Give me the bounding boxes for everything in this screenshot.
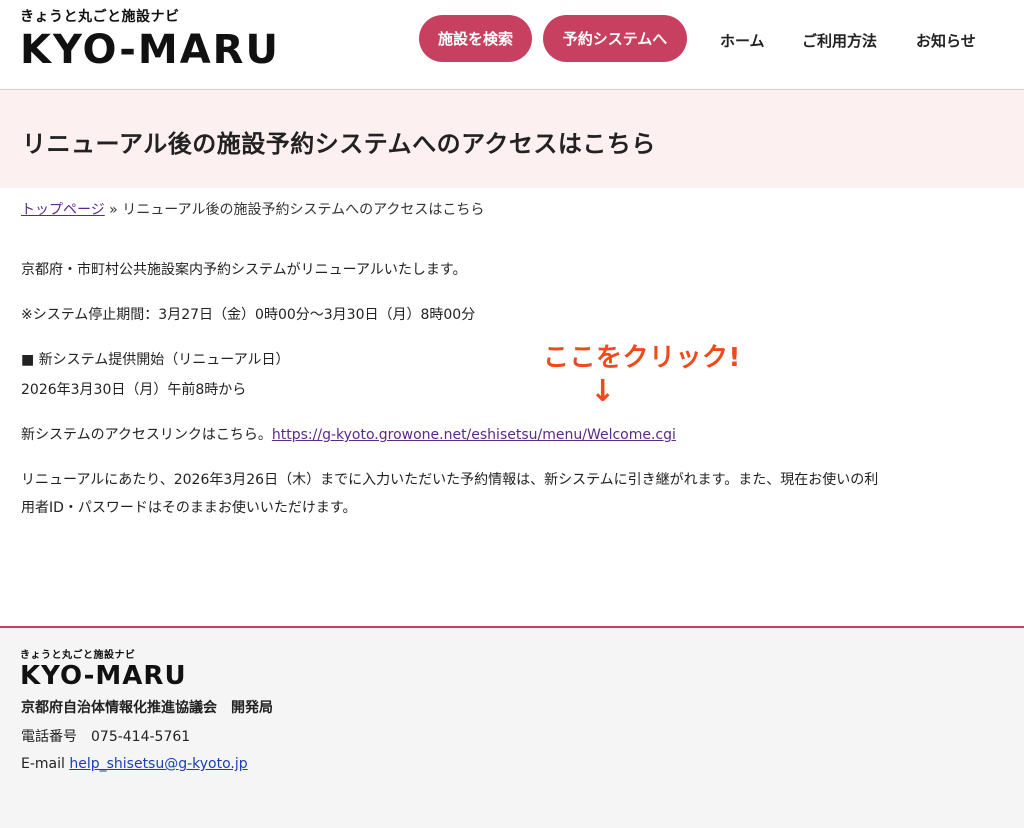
content-paragraph-start-date: 2026年3月30日（月）午前8時から <box>21 382 247 398</box>
content-paragraph-access-link: 新システムのアクセスリンクはこちら。https://g-kyoto.growon… <box>21 425 676 445</box>
new-system-link[interactable]: https://g-kyoto.growone.net/eshisetsu/me… <box>272 427 676 443</box>
site-logo[interactable]: きょうと丸ごと施設ナビ KYO-MARU <box>20 8 280 72</box>
page-title-band: リニューアル後の施設予約システムへのアクセスはこちら <box>0 90 1024 188</box>
nav-link-news[interactable]: お知らせ <box>916 30 976 51</box>
breadcrumb-current: リニューアル後の施設予約システムへのアクセスはこちら <box>122 202 485 218</box>
reservation-system-button[interactable]: 予約システムへ <box>543 15 687 62</box>
footer-email-label: E-mail <box>21 756 70 772</box>
breadcrumb-separator: » <box>104 202 123 218</box>
footer-logo[interactable]: きょうと丸ごと施設ナビ KYO-MARU <box>20 650 187 690</box>
footer-email-link[interactable]: help_shisetsu@g-kyoto.jp <box>69 756 247 772</box>
footer-email: E-mail help_shisetsu@g-kyoto.jp <box>21 756 248 772</box>
nav-link-usage[interactable]: ご利用方法 <box>802 30 877 51</box>
access-link-prefix: 新システムのアクセスリンクはこちら。 <box>21 427 272 443</box>
site-footer: きょうと丸ごと施設ナビ KYO-MARU 京都府自治体情報化推進協議会 開発局 … <box>0 626 1024 828</box>
content-paragraph-downtime: ※システム停止期間：3月27日（金）0時00分〜3月30日（月）8時00分 <box>21 307 476 323</box>
logo-tagline: きょうと丸ごと施設ナビ <box>20 9 180 25</box>
page-title: リニューアル後の施設予約システムへのアクセスはこちら <box>22 130 656 158</box>
content-paragraph-start-heading: ■ 新システム提供開始（リニューアル日） <box>21 352 290 368</box>
click-here-callout: ここをクリック! <box>543 343 741 373</box>
footer-logo-wordmark: KYO-MARU <box>20 661 187 691</box>
breadcrumb-home-link[interactable]: トップページ <box>21 202 105 218</box>
site-header: きょうと丸ごと施設ナビ KYO-MARU 施設を検索 予約システムへ ホーム ご… <box>0 0 1024 90</box>
content-paragraph-migration-line1: リニューアルにあたり、2026年3月26日（木）までに入力いただいた予約情報は、… <box>21 472 879 488</box>
footer-phone: 電話番号 075-414-5761 <box>21 729 191 745</box>
content-paragraph-migration-line2: 用者ID・パスワードはそのままお使いいただけます。 <box>21 500 357 516</box>
footer-organization: 京都府自治体情報化推進協議会 開発局 <box>21 700 273 716</box>
arrow-down-icon: ↓ <box>590 374 616 409</box>
logo-wordmark: KYO-MARU <box>20 27 280 73</box>
facility-search-button[interactable]: 施設を検索 <box>419 15 532 62</box>
content-paragraph-renewal: 京都府・市町村公共施設案内予約システムがリニューアルいたします。 <box>21 262 467 278</box>
nav-link-home[interactable]: ホーム <box>720 30 765 51</box>
breadcrumb: トップページ » リニューアル後の施設予約システムへのアクセスはこちら <box>21 199 484 219</box>
